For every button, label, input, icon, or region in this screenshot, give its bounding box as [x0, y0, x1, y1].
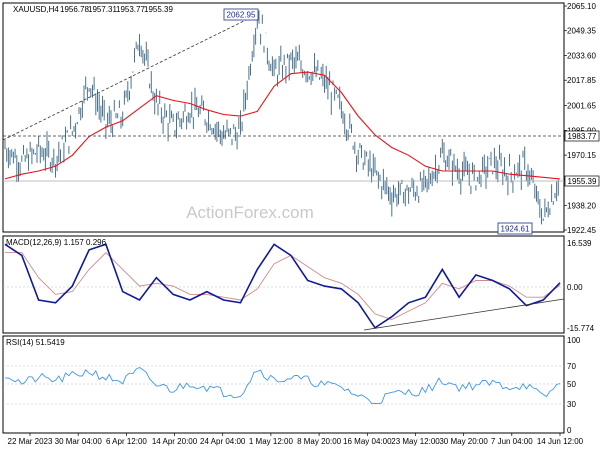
- x-tick-label-1: 30 Mar 04:00: [55, 437, 103, 446]
- price-ytick-9: 1922.45: [567, 226, 596, 235]
- low-tag: 1924.61: [497, 222, 533, 235]
- rsi-panel: RSI(14) 51.5419 100 70 50 30 0: [2, 335, 581, 435]
- chart-canvas: ActionForex.com XAUUSD,H4 1956.78 1957.3…: [2, 2, 600, 446]
- ohlc-high: 1957.31: [88, 5, 117, 14]
- x-tick-label-0: 22 Mar 2023: [8, 437, 53, 446]
- rsi-ytick-100: 100: [567, 336, 581, 345]
- ohlc-close: 1955.39: [144, 5, 173, 14]
- rsi-ytick-30: 30: [567, 400, 576, 409]
- macd-panel: MACD(12,26,9) 1.157 0.296 16.539 0.00 -1…: [2, 235, 595, 334]
- x-tick-label-7: 16 May 04:00: [343, 437, 392, 446]
- price-ytick-2: 2033.60: [567, 52, 596, 61]
- x-tick-label-3: 14 Apr 20:00: [152, 437, 198, 446]
- price-ytick-4: 2001.65: [567, 102, 596, 111]
- high-tag-label: 2062.95: [227, 11, 256, 20]
- rsi-ytick-0: 0: [567, 426, 572, 435]
- price-ytick-0: 2065.10: [567, 2, 596, 11]
- price-ytick-1: 2049.35: [567, 27, 596, 36]
- x-tick-label-10: 7 Jun 04:00: [491, 437, 533, 446]
- level-tag-label: 1983.77: [568, 132, 597, 141]
- x-tick-label-9: 30 May 20:00: [439, 437, 488, 446]
- x-tick-label-11: 14 Jun 12:00: [537, 437, 584, 446]
- watermark: ActionForex.com: [186, 203, 314, 222]
- macd-ytick-top: 16.539: [567, 239, 592, 248]
- x-tick-label-5: 1 May 12:00: [249, 437, 294, 446]
- macd-ytick-zero: 0.00: [567, 283, 583, 292]
- last-price-tag-label: 1955.39: [568, 177, 597, 186]
- symbol-header: XAUUSD,H4: [13, 5, 59, 14]
- price-panel: ActionForex.com XAUUSD,H4 1956.78 1957.3…: [2, 2, 600, 235]
- x-axis: 22 Mar 2023 30 Mar 04:00 6 Apr 12:00 14 Apr…: [8, 433, 584, 446]
- high-tag: 2062.95: [223, 8, 259, 21]
- macd-ytick-bottom: -15.774: [567, 324, 595, 333]
- price-ytick-8: 1938.20: [567, 201, 596, 210]
- ohlc-low: 1953.77: [116, 5, 145, 14]
- x-tick-label-2: 6 Apr 12:00: [106, 437, 147, 446]
- low-tag-label: 1924.61: [501, 225, 530, 234]
- price-y-axis: 2065.102049.352033.602017.852001.651985.…: [564, 2, 596, 235]
- x-tick-label-4: 24 Apr 04:00: [200, 437, 246, 446]
- price-panel-frame: [2, 2, 565, 233]
- rsi-header: RSI(14) 51.5419: [6, 338, 65, 347]
- level-tag: 1983.77: [564, 130, 600, 142]
- rsi-ytick-70: 70: [567, 362, 576, 371]
- last-price-tag: 1955.39: [564, 175, 600, 187]
- rsi-ytick-50: 50: [567, 380, 576, 389]
- x-tick-label-6: 8 May 20:00: [297, 437, 342, 446]
- price-ytick-6: 1970.15: [567, 151, 596, 160]
- x-tick-label-8: 23 May 12:00: [391, 437, 440, 446]
- price-ytick-3: 2017.85: [567, 76, 596, 85]
- ohlc-open: 1956.78: [60, 5, 89, 14]
- macd-header: MACD(12,26,9) 1.157 0.296: [6, 238, 107, 247]
